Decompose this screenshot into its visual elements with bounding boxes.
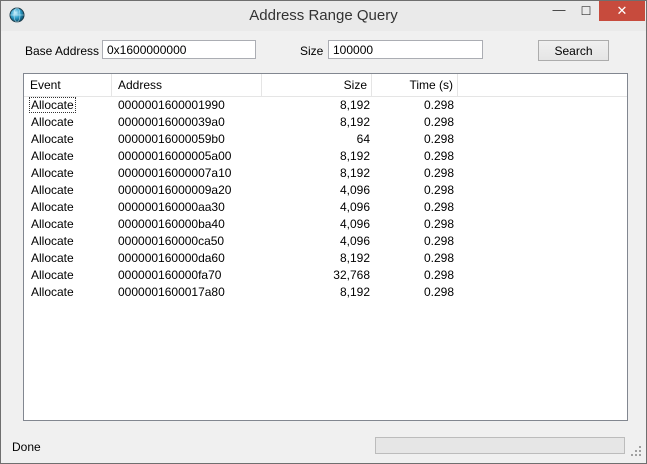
- cell-address: 00000016000009a20: [118, 183, 232, 197]
- table-row[interactable]: Allocate 0000001600001990 8,192 0.298: [24, 97, 627, 114]
- column-header-event[interactable]: Event: [24, 74, 112, 96]
- cell-time: 0.298: [423, 268, 454, 282]
- close-button[interactable]: ✕: [599, 1, 645, 21]
- table-row[interactable]: Allocate 00000016000059b0 64 0.298: [24, 131, 627, 148]
- cell-event: Allocate: [30, 233, 75, 250]
- cell-event-text: Allocate: [31, 234, 74, 248]
- cell-event: Allocate: [30, 131, 75, 148]
- cell-event-text: Allocate: [31, 268, 74, 282]
- cell-size: 8,192: [339, 251, 370, 265]
- table-row[interactable]: Allocate 00000016000039a0 8,192 0.298: [24, 114, 627, 131]
- resize-grip-icon[interactable]: [629, 444, 643, 458]
- cell-time: 0.298: [423, 285, 454, 299]
- progress-bar: [375, 437, 625, 454]
- title-bar[interactable]: Address Range Query — ☐ ✕: [1, 1, 646, 31]
- table-row[interactable]: Allocate 0000001600017a80 8,192 0.298: [24, 284, 627, 301]
- column-header-size[interactable]: Size: [262, 74, 372, 96]
- cell-event: Allocate: [30, 148, 75, 165]
- column-header-address[interactable]: Address: [112, 74, 262, 96]
- cell-event-text: Allocate: [31, 166, 74, 180]
- column-header-time[interactable]: Time (s): [372, 74, 458, 96]
- size-label: Size: [300, 44, 324, 58]
- cell-event-text: Allocate: [31, 285, 74, 299]
- cell-event-text: Allocate: [31, 149, 74, 163]
- cell-address: 000000160000aa30: [118, 200, 225, 214]
- cell-event: Allocate: [30, 114, 75, 131]
- cell-size: 4,096: [339, 234, 370, 248]
- cell-size: 32,768: [333, 268, 370, 282]
- cell-event-text: Allocate: [31, 132, 74, 146]
- cell-event-text: Allocate: [31, 251, 74, 265]
- minimize-icon: —: [552, 2, 566, 17]
- cell-address: 0000001600001990: [118, 98, 225, 112]
- minimize-button[interactable]: —: [546, 1, 572, 21]
- cell-time: 0.298: [423, 200, 454, 214]
- table-row[interactable]: Allocate 000000160000ca50 4,096 0.298: [24, 233, 627, 250]
- maximize-button[interactable]: ☐: [573, 1, 599, 21]
- search-button[interactable]: Search: [538, 40, 609, 61]
- cell-address: 000000160000ca50: [118, 234, 225, 248]
- cell-event: Allocate: [30, 267, 75, 284]
- cell-time: 0.298: [423, 251, 454, 265]
- cell-event: Allocate: [30, 199, 75, 216]
- cell-event-text: Allocate: [31, 183, 74, 197]
- cell-address: 000000160000fa70: [118, 268, 222, 282]
- table-row[interactable]: Allocate 000000160000fa70 32,768 0.298: [24, 267, 627, 284]
- table-row[interactable]: Allocate 000000160000aa30 4,096 0.298: [24, 199, 627, 216]
- cell-address: 0000001600017a80: [118, 285, 225, 299]
- cell-address: 000000160000da60: [118, 251, 225, 265]
- list-header: Event Address Size Time (s): [24, 74, 627, 97]
- cell-size: 8,192: [339, 285, 370, 299]
- cell-size: 4,096: [339, 217, 370, 231]
- status-text: Done: [12, 440, 41, 454]
- cell-size: 8,192: [339, 115, 370, 129]
- maximize-icon: ☐: [580, 4, 592, 18]
- cell-time: 0.298: [423, 217, 454, 231]
- results-list[interactable]: Event Address Size Time (s) Allocate 0000…: [23, 73, 628, 421]
- cell-event-text: Allocate: [29, 97, 76, 113]
- cell-time: 0.298: [423, 132, 454, 146]
- cell-event-text: Allocate: [31, 115, 74, 129]
- cell-time: 0.298: [423, 149, 454, 163]
- cell-size: 8,192: [339, 149, 370, 163]
- cell-event: Allocate: [30, 216, 75, 233]
- cell-address: 00000016000059b0: [118, 132, 225, 146]
- base-address-input[interactable]: [102, 40, 256, 59]
- cell-event: Allocate: [29, 97, 76, 114]
- cell-time: 0.298: [423, 166, 454, 180]
- cell-event: Allocate: [30, 250, 75, 267]
- cell-size: 64: [356, 132, 370, 146]
- table-row[interactable]: Allocate 000000160000da60 8,192 0.298: [24, 250, 627, 267]
- cell-size: 8,192: [339, 98, 370, 112]
- cell-size: 4,096: [339, 183, 370, 197]
- cell-size: 4,096: [339, 200, 370, 214]
- table-row[interactable]: Allocate 000000160000ba40 4,096 0.298: [24, 216, 627, 233]
- table-row[interactable]: Allocate 00000016000005a00 8,192 0.298: [24, 148, 627, 165]
- cell-address: 00000016000005a00: [118, 149, 232, 163]
- base-address-label: Base Address: [25, 44, 100, 58]
- cell-event: Allocate: [30, 284, 75, 301]
- close-icon: ✕: [616, 3, 628, 18]
- cell-time: 0.298: [423, 98, 454, 112]
- table-row[interactable]: Allocate 00000016000009a20 4,096 0.298: [24, 182, 627, 199]
- cell-time: 0.298: [423, 234, 454, 248]
- cell-event-text: Allocate: [31, 217, 74, 231]
- cell-event: Allocate: [30, 165, 75, 182]
- size-input[interactable]: [328, 40, 483, 59]
- cell-event: Allocate: [30, 182, 75, 199]
- cell-address: 000000160000ba40: [118, 217, 225, 231]
- cell-time: 0.298: [423, 115, 454, 129]
- cell-address: 00000016000039a0: [118, 115, 225, 129]
- app-window: Address Range Query — ☐ ✕ Base Address S…: [0, 0, 647, 464]
- cell-time: 0.298: [423, 183, 454, 197]
- cell-event-text: Allocate: [31, 200, 74, 214]
- table-row[interactable]: Allocate 00000016000007a10 8,192 0.298: [24, 165, 627, 182]
- cell-size: 8,192: [339, 166, 370, 180]
- cell-address: 00000016000007a10: [118, 166, 232, 180]
